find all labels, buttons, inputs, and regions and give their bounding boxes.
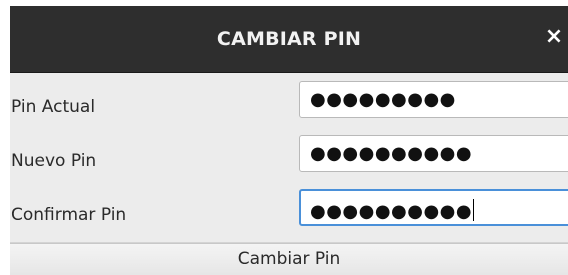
new-pin-value: ●●●●●●●●●● — [310, 143, 473, 164]
change-pin-dialog: CAMBIAR PIN × Pin Actual ●●●●●●●●● Nuevo… — [10, 6, 568, 275]
confirm-pin-value: ●●●●●●●●●● — [310, 201, 473, 222]
new-pin-field[interactable]: ●●●●●●●●●● — [299, 135, 568, 172]
form-row-new-pin: Nuevo Pin ●●●●●●●●●● — [10, 135, 568, 189]
dialog-title: CAMBIAR PIN — [216, 28, 362, 50]
confirm-pin-field[interactable]: ●●●●●●●●●● — [299, 189, 568, 226]
change-pin-button[interactable]: Cambiar Pin — [10, 243, 568, 275]
text-caret — [473, 199, 475, 221]
dialog-content: Pin Actual ●●●●●●●●● Nuevo Pin ●●●●●●●●●… — [10, 73, 568, 275]
dialog-titlebar: CAMBIAR PIN × — [10, 6, 568, 73]
new-pin-label: Nuevo Pin — [11, 151, 97, 171]
confirm-pin-label: Confirmar Pin — [11, 205, 127, 225]
current-pin-value: ●●●●●●●●● — [310, 89, 456, 110]
current-pin-field[interactable]: ●●●●●●●●● — [299, 81, 568, 118]
form-row-current-pin: Pin Actual ●●●●●●●●● — [10, 81, 568, 135]
confirm-pin-value-wrap: ●●●●●●●●●● — [310, 199, 475, 222]
current-pin-label: Pin Actual — [11, 97, 96, 117]
form-row-confirm-pin: Confirmar Pin ●●●●●●●●●● — [10, 189, 568, 243]
close-icon[interactable]: × — [544, 25, 564, 49]
